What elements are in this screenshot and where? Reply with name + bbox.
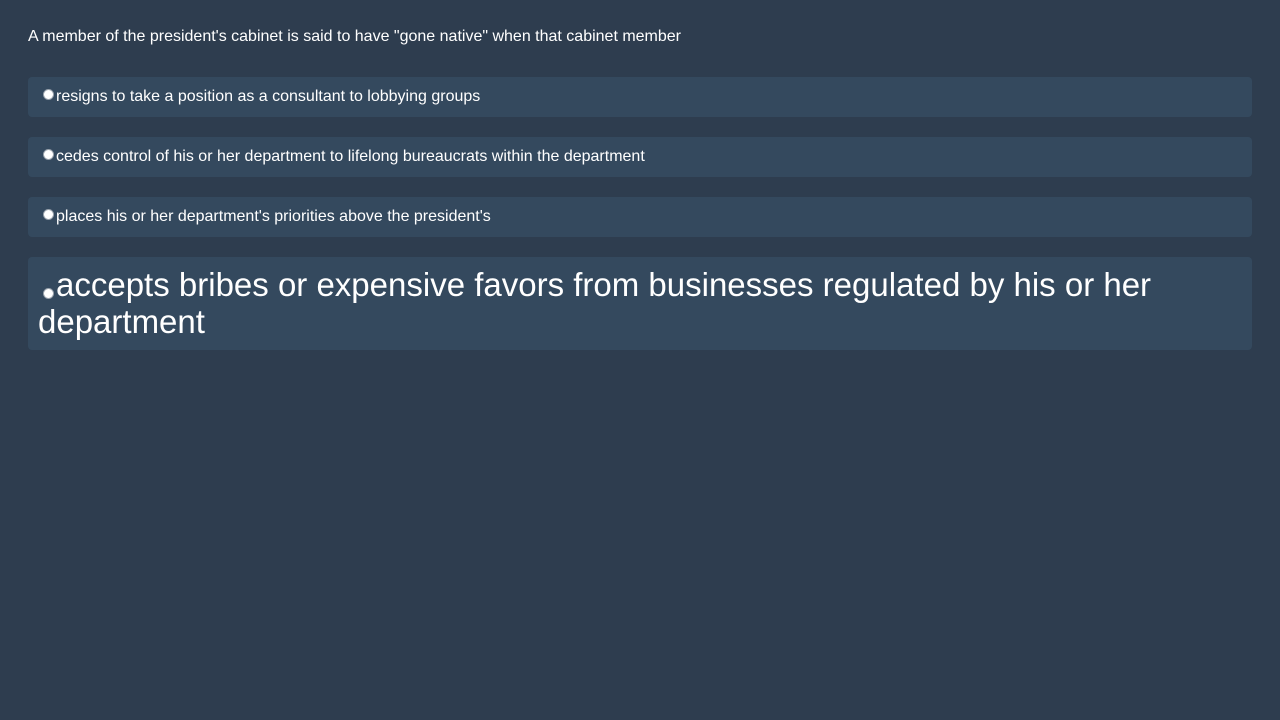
answer-option-label: accepts bribes or expensive favors from … (38, 266, 1152, 340)
answer-option-label: cedes control of his or her department t… (56, 148, 645, 165)
radio-button-icon[interactable] (43, 149, 54, 160)
answer-option-label: places his or her department's prioritie… (56, 208, 491, 225)
answer-option-label: resigns to take a position as a consulta… (56, 88, 481, 105)
answer-option-2[interactable]: cedes control of his or her department t… (28, 137, 1252, 177)
answer-options: resigns to take a position as a consulta… (28, 77, 1252, 350)
quiz-container: A member of the president's cabinet is s… (28, 0, 1252, 370)
radio-button-icon[interactable] (43, 288, 54, 299)
answer-option-3[interactable]: places his or her department's prioritie… (28, 197, 1252, 237)
radio-button-icon[interactable] (43, 209, 54, 220)
question-text: A member of the president's cabinet is s… (28, 28, 682, 45)
radio-button-icon[interactable] (43, 89, 54, 100)
answer-option-1[interactable]: resigns to take a position as a consulta… (28, 77, 1252, 117)
answer-option-4[interactable]: accepts bribes or expensive favors from … (28, 257, 1252, 350)
